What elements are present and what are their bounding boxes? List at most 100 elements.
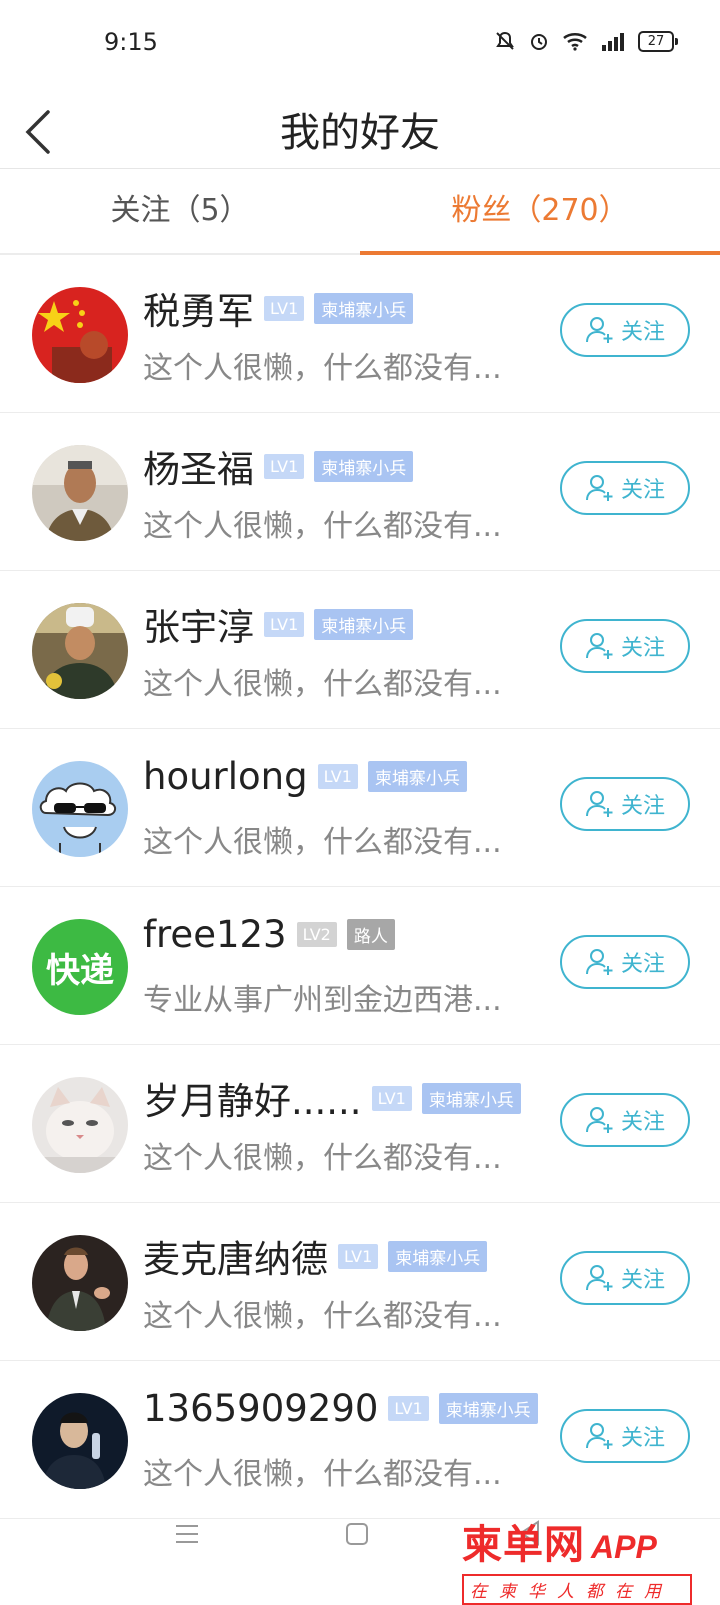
- recent-apps-button[interactable]: [175, 1522, 199, 1550]
- user-bio: 这个人很懒，什么都没有...: [143, 1457, 502, 1492]
- list-item[interactable]: 1365909290 LV1 柬埔寨小兵 这个人很懒，什么都没有... 关注: [0, 1361, 720, 1519]
- avatar[interactable]: [32, 761, 128, 857]
- rank-badge: 柬埔寨小兵: [314, 292, 414, 324]
- alarm-icon: [528, 30, 550, 52]
- name-line: 1365909290 LV1 柬埔寨小兵: [143, 1387, 538, 1430]
- status-bar: 9:15 27: [0, 0, 720, 90]
- user-bio: 这个人很懒，什么都没有...: [143, 1141, 502, 1176]
- follow-button[interactable]: 关注: [560, 461, 690, 515]
- name-line: free123 LV2 路人: [143, 913, 395, 956]
- follow-button[interactable]: 关注: [560, 1251, 690, 1305]
- name-line: hourlong LV1 柬埔寨小兵: [143, 755, 467, 798]
- user-name: 岁月静好......: [143, 1080, 362, 1123]
- avatar[interactable]: [32, 287, 128, 383]
- status-icons: 27: [494, 30, 678, 52]
- follow-label: 关注: [620, 1426, 665, 1451]
- add-user-icon: [585, 949, 613, 975]
- level-badge: LV1: [371, 1085, 412, 1111]
- follow-button[interactable]: 关注: [560, 777, 690, 831]
- user-name: hourlong: [143, 755, 308, 798]
- rank-badge: 柬埔寨小兵: [421, 1082, 521, 1114]
- follow-label: 关注: [620, 478, 665, 503]
- rank-badge: 柬埔寨小兵: [388, 1240, 488, 1272]
- follow-label: 关注: [620, 794, 665, 819]
- tab-bar: 关注（5） 粉丝（270）: [0, 169, 720, 255]
- add-user-icon: [585, 317, 613, 343]
- add-user-icon: [585, 791, 613, 817]
- follow-label: 关注: [620, 1110, 665, 1135]
- user-bio: 这个人很懒，什么都没有...: [143, 509, 502, 544]
- tab-fans[interactable]: 粉丝（270）: [360, 169, 720, 253]
- signal-icon: [600, 31, 626, 51]
- add-user-icon: [585, 1107, 613, 1133]
- follow-label: 关注: [620, 1268, 665, 1293]
- list-item[interactable]: 杨圣福 LV1 柬埔寨小兵 这个人很懒，什么都没有... 关注: [0, 413, 720, 571]
- status-time: 9:15: [104, 28, 158, 56]
- user-bio: 这个人很懒，什么都没有...: [143, 1299, 502, 1334]
- follow-label: 关注: [620, 320, 665, 345]
- watermark-slogan: 在柬华人都在用: [462, 1574, 692, 1605]
- follow-button[interactable]: 关注: [560, 619, 690, 673]
- user-name: 1365909290: [143, 1387, 379, 1430]
- user-name: 杨圣福: [143, 448, 254, 491]
- user-bio: 这个人很懒，什么都没有...: [143, 825, 502, 860]
- name-line: 张宇淳 LV1 柬埔寨小兵: [143, 597, 414, 651]
- rank-badge: 柬埔寨小兵: [314, 450, 414, 482]
- tab-following[interactable]: 关注（5）: [0, 169, 360, 253]
- level-badge: LV1: [317, 764, 358, 789]
- home-square-icon: [346, 1523, 368, 1545]
- user-name: 麦克唐纳德: [143, 1238, 328, 1281]
- level-badge: LV1: [264, 611, 305, 637]
- follow-button[interactable]: 关注: [560, 303, 690, 357]
- watermark-main: 柬单网: [462, 1521, 585, 1568]
- name-line: 岁月静好...... LV1 柬埔寨小兵: [143, 1071, 521, 1125]
- home-button[interactable]: [345, 1522, 369, 1550]
- watermark-logo: 柬单网 APP 在柬华人都在用: [462, 1512, 716, 1605]
- avatar[interactable]: [32, 445, 128, 541]
- wifi-icon: [562, 31, 588, 51]
- battery-icon: 27: [638, 30, 678, 52]
- user-bio: 这个人很懒，什么都没有...: [143, 351, 502, 386]
- add-user-icon: [585, 1423, 613, 1449]
- follow-label: 关注: [620, 636, 665, 661]
- avatar[interactable]: [32, 1077, 128, 1173]
- rank-badge: 柬埔寨小兵: [438, 1393, 538, 1424]
- list-item[interactable]: 税勇军 LV1 柬埔寨小兵 这个人很懒，什么都没有... 关注: [0, 255, 720, 413]
- fans-list: 税勇军 LV1 柬埔寨小兵 这个人很懒，什么都没有... 关注 杨圣福 LV1 …: [0, 255, 720, 1519]
- avatar[interactable]: [32, 1393, 128, 1489]
- follow-button[interactable]: 关注: [560, 935, 690, 989]
- page-title: 我的好友: [280, 110, 440, 156]
- avatar[interactable]: [32, 1235, 128, 1331]
- user-bio: 这个人很懒，什么都没有...: [143, 667, 502, 702]
- menu-icon: [176, 1525, 198, 1543]
- name-line: 杨圣福 LV1 柬埔寨小兵: [143, 439, 414, 493]
- name-line: 税勇军 LV1 柬埔寨小兵: [143, 281, 414, 335]
- user-name: 张宇淳: [143, 606, 254, 649]
- list-item[interactable]: 快递 free123 LV2 路人 专业从事广州到金边西港... 关注: [0, 887, 720, 1045]
- name-line: 麦克唐纳德 LV1 柬埔寨小兵: [143, 1229, 488, 1283]
- list-item[interactable]: 岁月静好...... LV1 柬埔寨小兵 这个人很懒，什么都没有... 关注: [0, 1045, 720, 1203]
- follow-label: 关注: [620, 952, 665, 977]
- add-user-icon: [585, 475, 613, 501]
- rank-badge: 路人: [346, 919, 395, 950]
- add-user-icon: [585, 633, 613, 659]
- user-name: free123: [143, 913, 287, 956]
- avatar[interactable]: 快递: [32, 919, 128, 1015]
- avatar-text: 快递: [46, 950, 114, 991]
- level-badge: LV2: [296, 922, 337, 947]
- watermark-app: APP: [591, 1529, 657, 1565]
- level-badge: LV1: [338, 1243, 379, 1269]
- avatar[interactable]: [32, 603, 128, 699]
- user-bio: 专业从事广州到金边西港...: [143, 983, 502, 1018]
- add-user-icon: [585, 1265, 613, 1291]
- list-item[interactable]: hourlong LV1 柬埔寨小兵 这个人很懒，什么都没有... 关注: [0, 729, 720, 887]
- follow-button[interactable]: 关注: [560, 1409, 690, 1463]
- rank-badge: 柬埔寨小兵: [314, 608, 414, 640]
- rank-badge: 柬埔寨小兵: [367, 761, 467, 792]
- mute-bell-icon: [494, 30, 516, 52]
- user-name: 税勇军: [143, 290, 254, 333]
- follow-button[interactable]: 关注: [560, 1093, 690, 1147]
- level-badge: LV1: [388, 1396, 429, 1421]
- list-item[interactable]: 张宇淳 LV1 柬埔寨小兵 这个人很懒，什么都没有... 关注: [0, 571, 720, 729]
- list-item[interactable]: 麦克唐纳德 LV1 柬埔寨小兵 这个人很懒，什么都没有... 关注: [0, 1203, 720, 1361]
